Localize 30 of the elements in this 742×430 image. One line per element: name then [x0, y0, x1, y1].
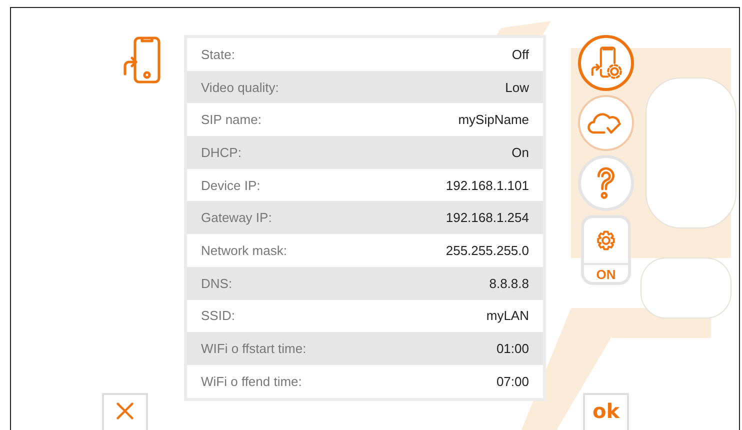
setting-label: SSID: [201, 308, 235, 324]
setting-label: DNS: [201, 276, 232, 291]
setting-label: Gateway IP: [201, 210, 272, 226]
settings-toggle-button[interactable]: ON [581, 215, 631, 285]
setting-label: State: [201, 46, 235, 62]
setting-value: mySipName [458, 112, 529, 128]
setting-label: SIP name: [201, 112, 262, 128]
setting-value: 8.8.8.8 [489, 276, 529, 291]
gear-icon [595, 230, 617, 251]
phone-gear-icon [589, 46, 623, 80]
setting-label: WiFi o ffend time: [201, 374, 302, 389]
setting-value: Off [512, 46, 529, 62]
setting-value: 255.255.255.0 [446, 242, 529, 258]
setting-label: DHCP: [201, 144, 242, 160]
setting-label: Device IP: [201, 178, 260, 193]
cancel-button[interactable] [102, 392, 148, 430]
setting-value: Low [505, 80, 529, 95]
setting-label: Network mask: [201, 242, 287, 258]
setting-value: 192.168.1.254 [446, 210, 529, 226]
setting-value: On [512, 144, 529, 160]
setting-value: 192.168.1.101 [446, 178, 529, 193]
setting-label: WIFi o ffstart time: [201, 341, 306, 356]
ok-button[interactable]: ok [583, 392, 629, 430]
close-icon [116, 402, 134, 420]
setting-value: myLAN [486, 308, 529, 324]
setting-value: 07:00 [496, 374, 529, 389]
setting-label: Video quality: [201, 80, 279, 95]
setting-value: 01:00 [496, 341, 529, 356]
phone-transfer-icon [122, 36, 162, 84]
question-mark-icon [595, 166, 617, 200]
